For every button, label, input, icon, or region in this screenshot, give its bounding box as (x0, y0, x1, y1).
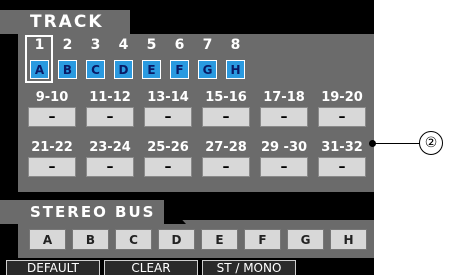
bus-button-b[interactable]: B (72, 229, 109, 250)
pair-button-17-18[interactable]: – (260, 107, 308, 127)
track-button-b[interactable]: B (58, 60, 77, 79)
stereo-bus-tab: STEREO BUS (0, 200, 186, 224)
default-button[interactable]: DEFAULT (6, 260, 100, 275)
pair-label-19-20: 19-20 (321, 90, 363, 105)
track-number-4: 4 (118, 37, 129, 53)
track-button-f[interactable]: F (170, 60, 189, 79)
callout-number: ② (419, 131, 443, 155)
pair-label-27-28: 27-28 (205, 140, 247, 155)
track-number-5: 5 (146, 37, 157, 53)
bus-button-h[interactable]: H (330, 229, 367, 250)
pair-label-13-14: 13-14 (147, 90, 189, 105)
pair-label-17-18: 17-18 (263, 90, 305, 105)
st-mono-button[interactable]: ST / MONO (202, 260, 296, 275)
bus-button-d[interactable]: D (158, 229, 195, 250)
pair-label-21-22: 21-22 (31, 140, 73, 155)
pair-label-31-32: 31-32 (321, 140, 363, 155)
pair-label-23-24: 23-24 (89, 140, 131, 155)
track-button-h[interactable]: H (226, 60, 245, 79)
pair-button-31-32[interactable]: – (318, 157, 366, 177)
track-tab: TRACK (0, 10, 152, 34)
bus-button-c[interactable]: C (115, 229, 152, 250)
bus-button-a[interactable]: A (29, 229, 66, 250)
pair-button-11-12[interactable]: – (86, 107, 134, 127)
bus-button-g[interactable]: G (287, 229, 324, 250)
bus-button-e[interactable]: E (201, 229, 238, 250)
track-number-2: 2 (62, 37, 73, 53)
pair-button-25-26[interactable]: – (144, 157, 192, 177)
track-button-c[interactable]: C (86, 60, 105, 79)
stereo-bus-title: STEREO BUS (30, 203, 156, 221)
pair-label-9-10: 9-10 (35, 90, 69, 105)
pair-button-15-16[interactable]: – (202, 107, 250, 127)
pair-label-29-30: 29 -30 (260, 140, 308, 155)
track-assign-screen: TRACK 1 2 3 4 5 6 7 8 A B C D E F G H 9-… (0, 0, 374, 275)
track-button-e[interactable]: E (142, 60, 161, 79)
pair-button-13-14[interactable]: – (144, 107, 192, 127)
bus-button-f[interactable]: F (244, 229, 281, 250)
pair-button-23-24[interactable]: – (86, 157, 134, 177)
pair-button-29-30[interactable]: – (260, 157, 308, 177)
pair-button-27-28[interactable]: – (202, 157, 250, 177)
track-number-3: 3 (90, 37, 101, 53)
pair-label-15-16: 15-16 (205, 90, 247, 105)
pair-button-19-20[interactable]: – (318, 107, 366, 127)
track-button-d[interactable]: D (114, 60, 133, 79)
clear-button[interactable]: CLEAR (104, 260, 198, 275)
callout-line (374, 143, 421, 144)
callout-dot (369, 140, 376, 147)
track-number-8: 8 (230, 37, 241, 53)
track-number-6: 6 (174, 37, 185, 53)
track-number-7: 7 (202, 37, 213, 53)
pair-label-11-12: 11-12 (89, 90, 131, 105)
track-button-g[interactable]: G (198, 60, 217, 79)
pair-label-25-26: 25-26 (147, 140, 189, 155)
track-button-a[interactable]: A (30, 60, 49, 79)
pair-button-21-22[interactable]: – (28, 157, 76, 177)
pair-button-9-10[interactable]: – (28, 107, 76, 127)
track-title: TRACK (30, 12, 104, 32)
